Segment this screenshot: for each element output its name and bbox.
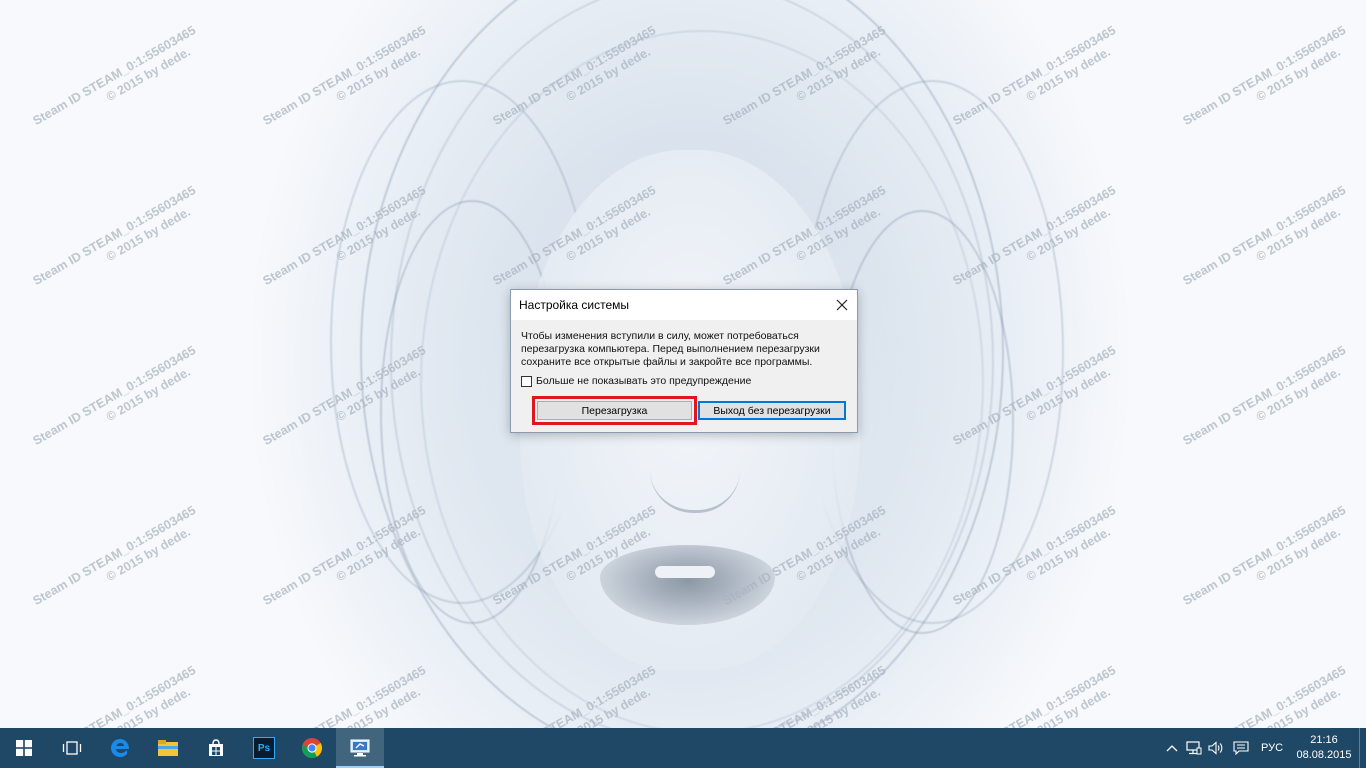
watermark: Steam ID STEAM_0:1:55603465 © 2015 by ded… bbox=[30, 183, 199, 288]
file-explorer-icon bbox=[158, 740, 178, 756]
watermark: Steam ID STEAM_0:1:55603465 © 2015 by ded… bbox=[260, 663, 429, 728]
dont-show-again-checkbox[interactable] bbox=[521, 376, 532, 387]
show-hidden-icons[interactable] bbox=[1161, 728, 1183, 768]
task-view-button[interactable] bbox=[48, 728, 96, 768]
taskbar-chrome[interactable] bbox=[288, 728, 336, 768]
start-button[interactable] bbox=[0, 728, 48, 768]
dont-show-again-label[interactable]: Больше не показывать это предупреждение bbox=[536, 375, 751, 388]
language-indicator[interactable]: РУС bbox=[1255, 742, 1289, 754]
watermark: Steam ID STEAM_0:1:55603465 © 2015 by ded… bbox=[1180, 503, 1349, 608]
store-icon bbox=[209, 739, 223, 756]
close-icon[interactable] bbox=[827, 290, 857, 320]
photoshop-label: Ps bbox=[257, 742, 271, 754]
system-config-icon bbox=[350, 739, 370, 757]
volume-icon bbox=[1208, 741, 1223, 755]
taskbar-store[interactable] bbox=[192, 728, 240, 768]
network-tray[interactable] bbox=[1183, 728, 1205, 768]
task-view-icon bbox=[62, 741, 82, 755]
watermark: Steam ID STEAM_0:1:55603465 © 2015 by ded… bbox=[1180, 663, 1349, 728]
taskbar-file-explorer[interactable] bbox=[144, 728, 192, 768]
network-icon bbox=[1186, 741, 1202, 755]
dont-show-again-row[interactable]: Больше не показывать это предупреждение bbox=[521, 375, 847, 388]
dialog-title-bar[interactable]: Настройка системы bbox=[511, 290, 857, 320]
clock-date: 08.08.2015 bbox=[1296, 749, 1352, 761]
dialog-buttons: Перезагрузка Выход без перезагрузки bbox=[532, 396, 846, 425]
watermark: Steam ID STEAM_0:1:55603465 © 2015 by ded… bbox=[950, 663, 1119, 728]
volume-tray[interactable] bbox=[1205, 728, 1227, 768]
taskbar-edge[interactable] bbox=[96, 728, 144, 768]
system-config-dialog: Настройка системы Чтобы изменения вступи… bbox=[510, 289, 858, 433]
action-center-tray[interactable] bbox=[1227, 728, 1255, 768]
watermark: Steam ID STEAM_0:1:55603465 © 2015 by ded… bbox=[30, 23, 199, 128]
windows-start-icon bbox=[16, 740, 32, 756]
edge-icon bbox=[111, 739, 129, 757]
photoshop-icon: Ps bbox=[253, 737, 275, 759]
close-icon-glyph bbox=[836, 299, 848, 311]
chrome-icon bbox=[301, 738, 323, 759]
clock-time: 21:16 bbox=[1310, 734, 1338, 746]
teeth bbox=[655, 566, 715, 578]
watermark: Steam ID STEAM_0:1:55603465 © 2015 by ded… bbox=[30, 503, 199, 608]
watermark: Steam ID STEAM_0:1:55603465 © 2015 by ded… bbox=[1180, 183, 1349, 288]
watermark: Steam ID STEAM_0:1:55603465 © 2015 by ded… bbox=[950, 23, 1119, 128]
system-tray: РУС 21:16 08.08.2015 bbox=[1161, 728, 1366, 768]
restart-button[interactable]: Перезагрузка bbox=[532, 396, 697, 425]
watermark: Steam ID STEAM_0:1:55603465 © 2015 by ded… bbox=[1180, 23, 1349, 128]
action-center-icon bbox=[1233, 741, 1249, 755]
exit-without-restart-button[interactable]: Выход без перезагрузки bbox=[698, 401, 846, 420]
dialog-body: Чтобы изменения вступили в силу, может п… bbox=[511, 320, 857, 388]
clock[interactable]: 21:16 08.08.2015 bbox=[1289, 733, 1359, 763]
taskbar-system-config[interactable] bbox=[336, 728, 384, 768]
dialog-title: Настройка системы bbox=[519, 298, 630, 312]
watermark: Steam ID STEAM_0:1:55603465 © 2015 by ded… bbox=[1180, 343, 1349, 448]
watermark: Steam ID STEAM_0:1:55603465 © 2015 by ded… bbox=[30, 663, 199, 728]
taskbar: Ps РУС 21:16 08.08.2015 bbox=[0, 728, 1366, 768]
show-desktop-button[interactable] bbox=[1359, 728, 1366, 768]
chevron-up-icon bbox=[1166, 745, 1178, 752]
taskbar-photoshop[interactable]: Ps bbox=[240, 728, 288, 768]
dialog-message: Чтобы изменения вступили в силу, может п… bbox=[521, 330, 820, 368]
watermark: Steam ID STEAM_0:1:55603465 © 2015 by ded… bbox=[30, 343, 199, 448]
